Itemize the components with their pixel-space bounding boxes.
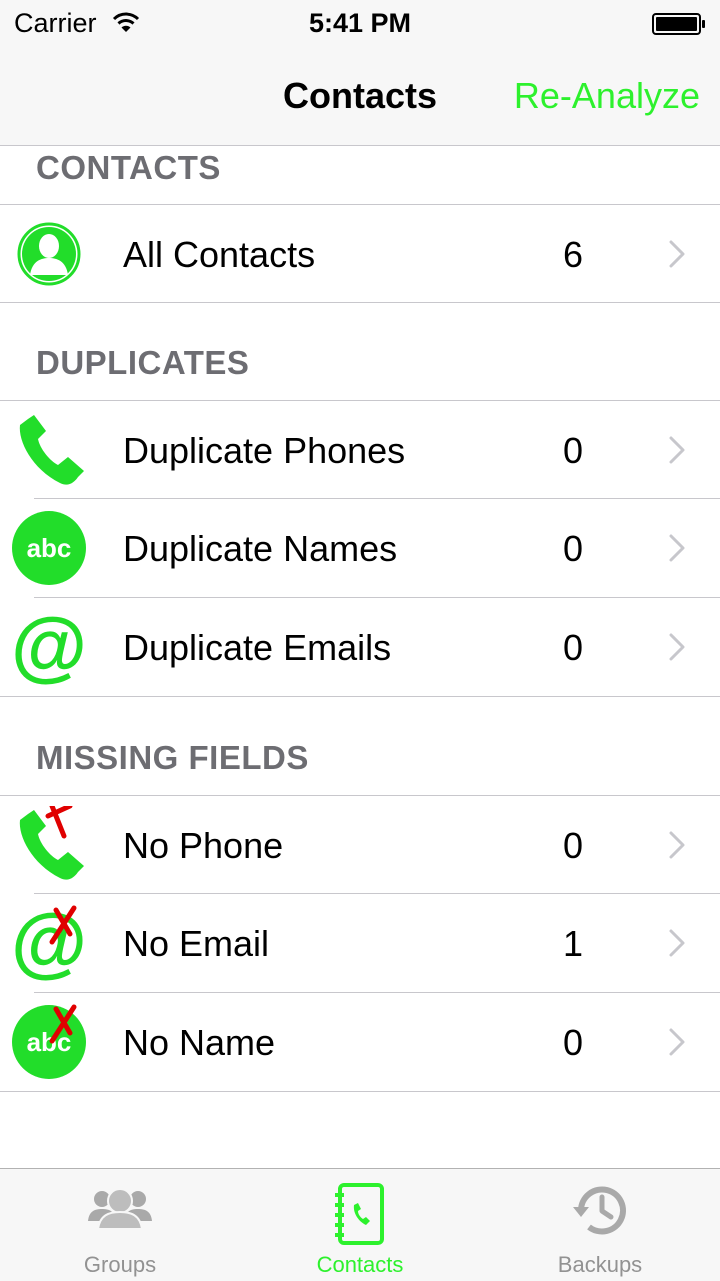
row-label: No Email (123, 923, 270, 964)
chevron-right-icon (669, 1028, 685, 1056)
row-count: 0 (562, 430, 584, 471)
section-header-missing-fields: MISSING FIELDS (36, 739, 309, 776)
row-label: Duplicate Phones (123, 430, 406, 471)
divider (0, 696, 720, 697)
row-label: All Contacts (123, 234, 316, 275)
contacts-table[interactable]: CONTACTS All Contacts 6 DUPLICATES Dupli… (0, 146, 720, 1168)
row-duplicate-emails[interactable]: @ Duplicate Emails 0 (0, 598, 720, 696)
divider (0, 1091, 720, 1092)
svg-text:abc: abc (27, 533, 72, 563)
status-time: 5:41 PM (308, 8, 412, 38)
phone-icon (19, 415, 84, 485)
phone-missing-icon (19, 806, 84, 880)
svg-text:abc: abc (27, 1027, 72, 1057)
row-all-contacts[interactable]: All Contacts 6 (0, 205, 720, 303)
re-analyze-button[interactable]: Re-Analyze (514, 75, 700, 117)
row-count: 6 (562, 234, 584, 275)
chevron-right-icon (669, 831, 685, 859)
history-icon (573, 1186, 626, 1235)
person-icon (17, 222, 81, 286)
abc-missing-icon: abc (12, 1004, 86, 1079)
chevron-right-icon (669, 633, 685, 661)
chevron-right-icon (669, 929, 685, 957)
at-missing-icon: @ (12, 904, 87, 982)
tab-backups[interactable]: Backups (480, 1169, 720, 1281)
section-header-contacts: CONTACTS (36, 149, 221, 186)
row-label: Duplicate Names (123, 528, 398, 569)
row-duplicate-phones[interactable]: Duplicate Phones 0 (0, 401, 720, 499)
tab-groups[interactable]: Groups (0, 1169, 240, 1281)
chevron-right-icon (669, 534, 685, 562)
svg-text:@: @ (12, 608, 87, 686)
row-count: 0 (562, 1022, 584, 1063)
row-label: No Phone (123, 825, 284, 866)
row-count: 1 (562, 923, 584, 964)
row-count: 0 (562, 627, 584, 668)
at-icon: @ (12, 608, 87, 686)
groups-icon (88, 1188, 152, 1230)
tab-label: Groups (83, 1252, 157, 1277)
battery-icon (652, 13, 705, 35)
row-no-email[interactable]: @ No Email 1 (0, 894, 720, 992)
tab-label: Backups (557, 1252, 643, 1277)
row-label: No Name (123, 1022, 276, 1063)
tab-bar: Groups Contacts Backups (0, 1168, 720, 1281)
status-bar: Carrier 5:41 PM (0, 0, 720, 48)
row-count: 0 (562, 825, 584, 866)
divider (0, 302, 720, 303)
svg-text:@: @ (12, 904, 87, 982)
contacts-book-icon (335, 1183, 384, 1245)
row-no-phone[interactable]: No Phone 0 (0, 796, 720, 894)
chevron-right-icon (669, 436, 685, 464)
row-count: 0 (562, 528, 584, 569)
row-label: Duplicate Emails (123, 627, 392, 668)
section-header-duplicates: DUPLICATES (36, 344, 250, 381)
abc-icon: abc (12, 511, 86, 585)
row-duplicate-names[interactable]: abc Duplicate Names 0 (0, 499, 720, 597)
chevron-right-icon (669, 240, 685, 268)
tab-contacts[interactable]: Contacts (240, 1169, 480, 1281)
tab-label: Contacts (316, 1252, 404, 1277)
navigation-bar: Contacts Re-Analyze (0, 48, 720, 146)
row-no-name[interactable]: abc No Name 0 (0, 993, 720, 1091)
